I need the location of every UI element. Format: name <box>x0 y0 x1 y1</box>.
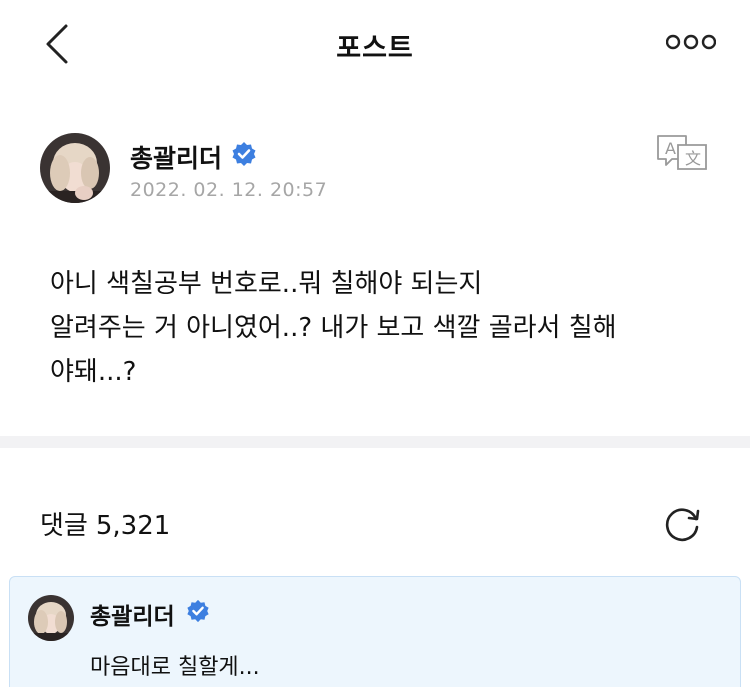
reply-text: 마음대로 칠할게... <box>90 655 260 680</box>
reply-avatar-image <box>28 595 74 641</box>
avatar[interactable] <box>40 133 110 203</box>
verified-badge-icon <box>231 141 257 167</box>
section-divider <box>0 436 750 448</box>
pinned-reply-card[interactable]: 총괄리더 마음대로 칠할게... <box>9 576 741 687</box>
verified-badge-icon <box>186 599 210 623</box>
post-line: 야돼...? <box>50 357 137 387</box>
more-options-button[interactable] <box>665 30 717 54</box>
translate-button[interactable]: A 文 <box>656 133 710 173</box>
comments-count: 5,321 <box>95 511 171 541</box>
page-title: 포스트 <box>336 33 414 64</box>
post-line: 아니 색칠공부 번호로..뭐 칠해야 되는지 <box>50 269 483 299</box>
avatar-image <box>40 133 110 203</box>
reply-author-name[interactable]: 총괄리더 <box>90 597 175 631</box>
author-name[interactable]: 총괄리더 <box>130 139 222 175</box>
post-timestamp: 2022. 02. 12. 20:57 <box>130 179 328 201</box>
reply-avatar[interactable] <box>28 595 74 641</box>
post-content: 아니 색칠공부 번호로..뭐 칠해야 되는지 알려주는 거 아니였어..? 내가… <box>50 262 720 394</box>
more-dots-icon <box>665 34 717 50</box>
top-bar: 포스트 <box>0 0 750 90</box>
svg-text:A: A <box>665 139 676 158</box>
refresh-icon <box>665 508 700 542</box>
comments-header: 댓글 5,321 <box>40 505 170 542</box>
post-line: 알려주는 거 아니였어..? 내가 보고 색깔 골라서 칠해 <box>50 313 617 343</box>
svg-text:文: 文 <box>685 149 701 168</box>
post-author: 총괄리더 2022. 02. 12. 20:57 A 文 <box>40 133 720 213</box>
refresh-button[interactable] <box>660 503 704 547</box>
translate-icon: A 文 <box>657 135 707 170</box>
comments-label: 댓글 <box>40 511 88 541</box>
post-screen: 포스트 총괄리더 2022. 02. 12. 20:57 A 文 아니 색칠공부… <box>0 0 750 687</box>
